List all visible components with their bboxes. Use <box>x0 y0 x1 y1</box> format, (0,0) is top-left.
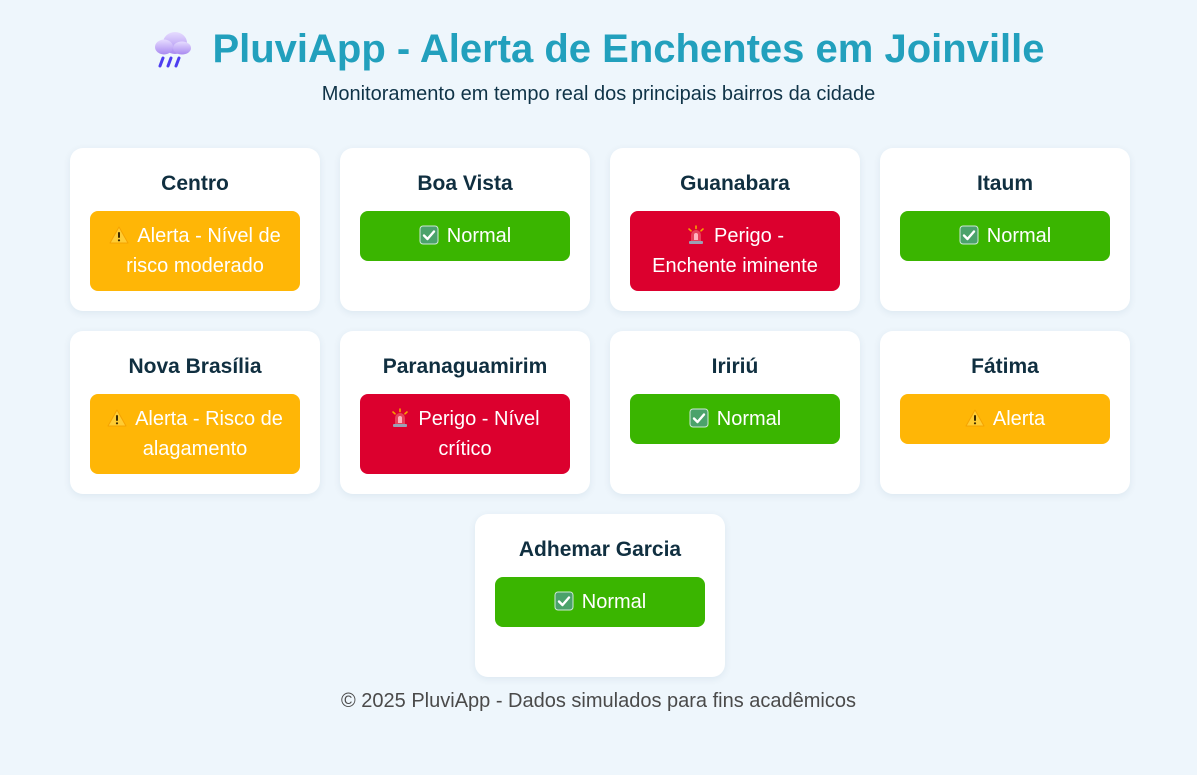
status-label: Normal <box>446 225 512 247</box>
neighborhood-name: Centro <box>161 172 229 195</box>
page-title: PluviApp - Alerta de Enchentes em Joinvi… <box>212 27 1045 71</box>
neighborhood-card: Centro Alerta - Nível de risco moderado <box>70 148 320 311</box>
status-badge: Normal <box>630 394 840 444</box>
status-label: Perigo - Nível crítico <box>418 408 540 460</box>
page-title-row: PluviApp - Alerta de Enchentes em Joinvi… <box>152 24 1045 74</box>
siren-icon <box>686 224 706 244</box>
neighborhood-card: Iririú Normal <box>610 331 860 494</box>
status-content: Normal <box>554 587 646 617</box>
neighborhood-card: Nova Brasília Alerta - Risco de alagament… <box>70 331 320 494</box>
status-content: Perigo - Enchente iminente <box>644 221 826 281</box>
status-badge: Normal <box>360 211 570 261</box>
status-content: Alerta - Nível de risco moderado <box>104 221 286 281</box>
status-content: Normal <box>959 221 1051 251</box>
neighborhood-card: Guanabara Perigo - Enchente iminente <box>610 148 860 311</box>
status-label: Alerta - Nível de risco moderado <box>126 225 281 277</box>
neighborhood-name: Paranaguamirim <box>382 355 548 378</box>
status-badge: Alerta <box>900 394 1110 444</box>
siren-icon <box>390 407 410 427</box>
status-label: Normal <box>716 408 782 430</box>
neighborhood-name: Guanabara <box>680 172 790 195</box>
neighborhood-card: Paranaguamirim Perigo - Nível crítico <box>340 331 590 494</box>
status-badge: Perigo - Nível crítico <box>360 394 570 474</box>
neighborhood-card: Adhemar Garcia Normal <box>475 514 725 677</box>
status-label: Alerta - Risco de alagamento <box>135 408 283 460</box>
checkmark-icon <box>419 224 439 245</box>
rain-cloud-icon <box>155 32 192 68</box>
status-badge: Normal <box>495 577 705 627</box>
checkmark-icon <box>554 590 574 611</box>
page-header: PluviApp - Alerta de Enchentes em Joinvi… <box>0 0 1197 106</box>
status-label: Normal <box>986 225 1052 247</box>
checkmark-icon <box>689 407 709 428</box>
status-content: Perigo - Nível crítico <box>374 404 556 464</box>
neighborhood-name: Itaum <box>976 172 1033 195</box>
status-content: Alerta <box>965 404 1045 434</box>
status-badge: Perigo - Enchente iminente <box>630 211 840 291</box>
status-badge: Alerta - Nível de risco moderado <box>90 211 300 291</box>
neighborhood-card: Boa Vista Normal <box>340 148 590 311</box>
neighborhood-name: Iririú <box>711 355 759 378</box>
status-content: Alerta - Risco de alagamento <box>104 404 286 464</box>
neighborhood-name: Adhemar Garcia <box>518 538 682 561</box>
status-label: Alerta <box>992 408 1046 430</box>
checkmark-icon <box>959 224 979 245</box>
neighborhood-name: Boa Vista <box>417 172 513 195</box>
status-label: Normal <box>581 591 647 613</box>
neighborhood-grid: Centro Alerta - Nível de risco moderado Bo… <box>70 148 1130 677</box>
neighborhood-name: Fátima <box>971 355 1039 378</box>
neighborhood-name: Nova Brasília <box>128 355 262 378</box>
status-badge: Normal <box>900 211 1110 261</box>
warning-icon <box>109 224 129 244</box>
footer-text: © 2025 PluviApp - Dados simulados para f… <box>341 690 856 712</box>
status-label: Perigo - Enchente iminente <box>652 225 818 277</box>
warning-icon <box>965 407 985 427</box>
warning-icon <box>107 407 127 427</box>
neighborhood-card: Itaum Normal <box>880 148 1130 311</box>
neighborhood-card: Fátima Alerta <box>880 331 1130 494</box>
status-content: Normal <box>689 404 781 434</box>
status-content: Normal <box>419 221 511 251</box>
page-subtitle: Monitoramento em tempo real dos principa… <box>321 83 876 105</box>
status-badge: Alerta - Risco de alagamento <box>90 394 300 474</box>
